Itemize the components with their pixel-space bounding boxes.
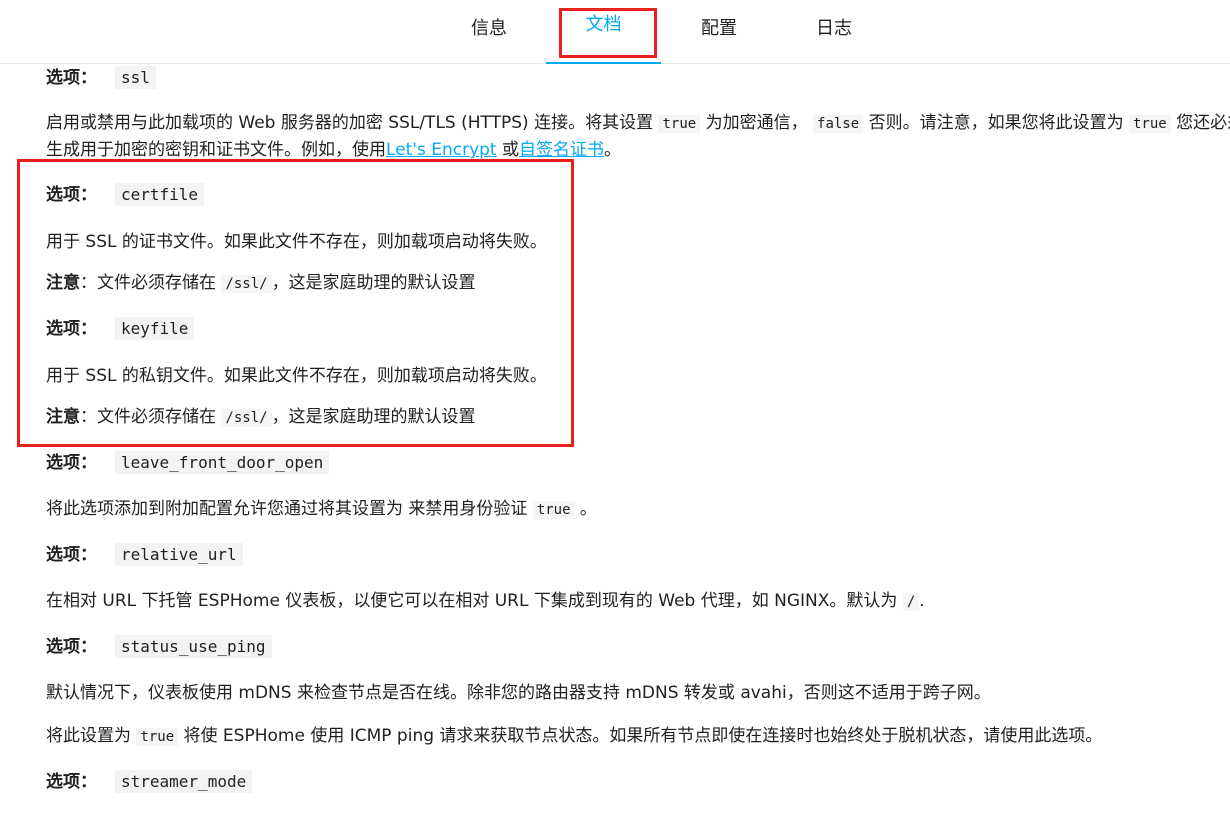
option-code-keyfile: keyfile [115, 317, 195, 340]
option-keyfile-description: 用于 SSL 的私钥文件。如果此文件不存在，则加载项启动将失败。 [46, 361, 547, 386]
text: . [919, 591, 925, 611]
text: 将此选项添加到附加配置允许您通过将其设置为 来禁用身份验证 [46, 499, 533, 519]
text: 默认情况下，仪表板使用 mDNS 来检查节点是否在线。除非您的路由器支持 mDN… [46, 683, 991, 703]
active-tab-indicator [546, 62, 661, 64]
option-label: 选项： [46, 772, 97, 792]
text: 将使 ESPHome 使用 ICMP ping 请求来获取节点状态。如果所有节点… [178, 726, 1103, 746]
inline-code: false [813, 115, 864, 133]
tab-info[interactable]: 信息 [448, 0, 530, 63]
option-label: 选项： [46, 545, 97, 565]
text: 启用或禁用与此加载项的 Web 服务器的加密 SSL/TLS (HTTPS) 连… [46, 113, 659, 133]
option-label: 选项： [46, 319, 97, 339]
tab-documentation-label: 文档 [585, 14, 622, 35]
inline-code: true [532, 501, 575, 519]
text: 用于 SSL 的私钥文件。如果此文件不存在，则加载项启动将失败。 [46, 366, 547, 386]
option-relative-url-heading: 选项： relative_url [46, 540, 243, 566]
inline-code: true [1128, 115, 1171, 133]
text: 为加密通信， [700, 113, 814, 133]
option-relative-url-description: 在相对 URL 下托管 ESPHome 仪表板，以便它可以在相对 URL 下集成… [46, 586, 925, 611]
option-certfile-note: 注意：文件必须存储在 /ssl/，这是家庭助理的默认设置 [46, 268, 476, 293]
option-status-use-ping-description1: 默认情况下，仪表板使用 mDNS 来检查节点是否在线。除非您的路由器支持 mDN… [46, 678, 991, 703]
link-letsencrypt[interactable]: Let's Encrypt [386, 140, 497, 160]
inline-code: /ssl/ [221, 275, 272, 293]
text: 用于 SSL 的证书文件。如果此文件不存在，则加载项启动将失败。 [46, 232, 547, 252]
inline-code: true [136, 728, 179, 746]
option-leave-front-door-open-heading: 选项： leave_front_door_open [46, 448, 330, 474]
text: ，这是家庭助理的默认设置 [271, 273, 476, 293]
option-streamer-mode-heading: 选项： streamer_mode [46, 767, 253, 793]
option-label: 选项： [46, 68, 97, 88]
option-leave-front-door-open-description: 将此选项添加到附加配置允许您通过将其设置为 来禁用身份验证 true 。 [46, 494, 597, 519]
option-code-status-use-ping: status_use_ping [115, 635, 272, 658]
option-keyfile-heading: 选项： keyfile [46, 314, 195, 340]
tab-documentation[interactable]: 文档 [546, 0, 661, 64]
option-code-ssl: ssl [115, 66, 156, 89]
tab-log[interactable]: 日志 [793, 0, 875, 63]
tab-configuration-label: 配置 [701, 18, 737, 39]
text: 或 [496, 140, 520, 160]
inline-code: / [902, 593, 920, 611]
option-label: 选项： [46, 637, 97, 657]
option-keyfile-note: 注意：文件必须存储在 /ssl/，这是家庭助理的默认设置 [46, 402, 476, 427]
text: 。 [574, 499, 597, 519]
option-status-use-ping-heading: 选项： status_use_ping [46, 632, 272, 658]
text: ：文件必须存储在 [80, 407, 222, 427]
text: 在相对 URL 下托管 ESPHome 仪表板，以便它可以在相对 URL 下集成… [46, 591, 903, 611]
option-label: 选项： [46, 185, 97, 205]
note-label: 注意 [46, 407, 80, 427]
inline-code: /ssl/ [221, 409, 272, 427]
option-ssl-description-line1: 启用或禁用与此加载项的 Web 服务器的加密 SSL/TLS (HTTPS) 连… [46, 108, 1230, 133]
option-status-use-ping-description2: 将此设置为 true 将使 ESPHome 使用 ICMP ping 请求来获取… [46, 721, 1102, 746]
note-label: 注意 [46, 273, 80, 293]
inline-code: true [658, 115, 701, 133]
link-self-signed-certificate[interactable]: 自签名证书 [519, 140, 604, 160]
option-certfile-heading: 选项： certfile [46, 180, 205, 206]
option-code-certfile: certfile [115, 183, 205, 206]
tab-configuration[interactable]: 配置 [678, 0, 760, 63]
option-ssl-heading: 选项： ssl [46, 63, 156, 89]
text: 将此设置为 [46, 726, 137, 746]
tab-log-label: 日志 [816, 18, 852, 39]
option-code-streamer-mode: streamer_mode [115, 770, 253, 793]
option-code-leave-front-door-open: leave_front_door_open [115, 451, 330, 474]
text: 否则。请注意，如果您将此设置为 [863, 113, 1129, 133]
option-label: 选项： [46, 453, 97, 473]
text: 您还必须 [1176, 113, 1230, 133]
option-ssl-description-line2: 生成用于加密的密钥和证书文件。例如，使用Let's Encrypt 或自签名证书… [46, 135, 621, 160]
text: ，这是家庭助理的默认设置 [271, 407, 476, 427]
text: ：文件必须存储在 [80, 273, 222, 293]
option-certfile-description: 用于 SSL 的证书文件。如果此文件不存在，则加载项启动将失败。 [46, 227, 547, 252]
text: 。 [604, 140, 622, 160]
tab-info-label: 信息 [471, 18, 507, 39]
text: 生成用于加密的密钥和证书文件。例如，使用 [46, 140, 386, 160]
tab-bar: 信息 文档 配置 日志 [0, 0, 1230, 64]
option-code-relative-url: relative_url [115, 543, 243, 566]
